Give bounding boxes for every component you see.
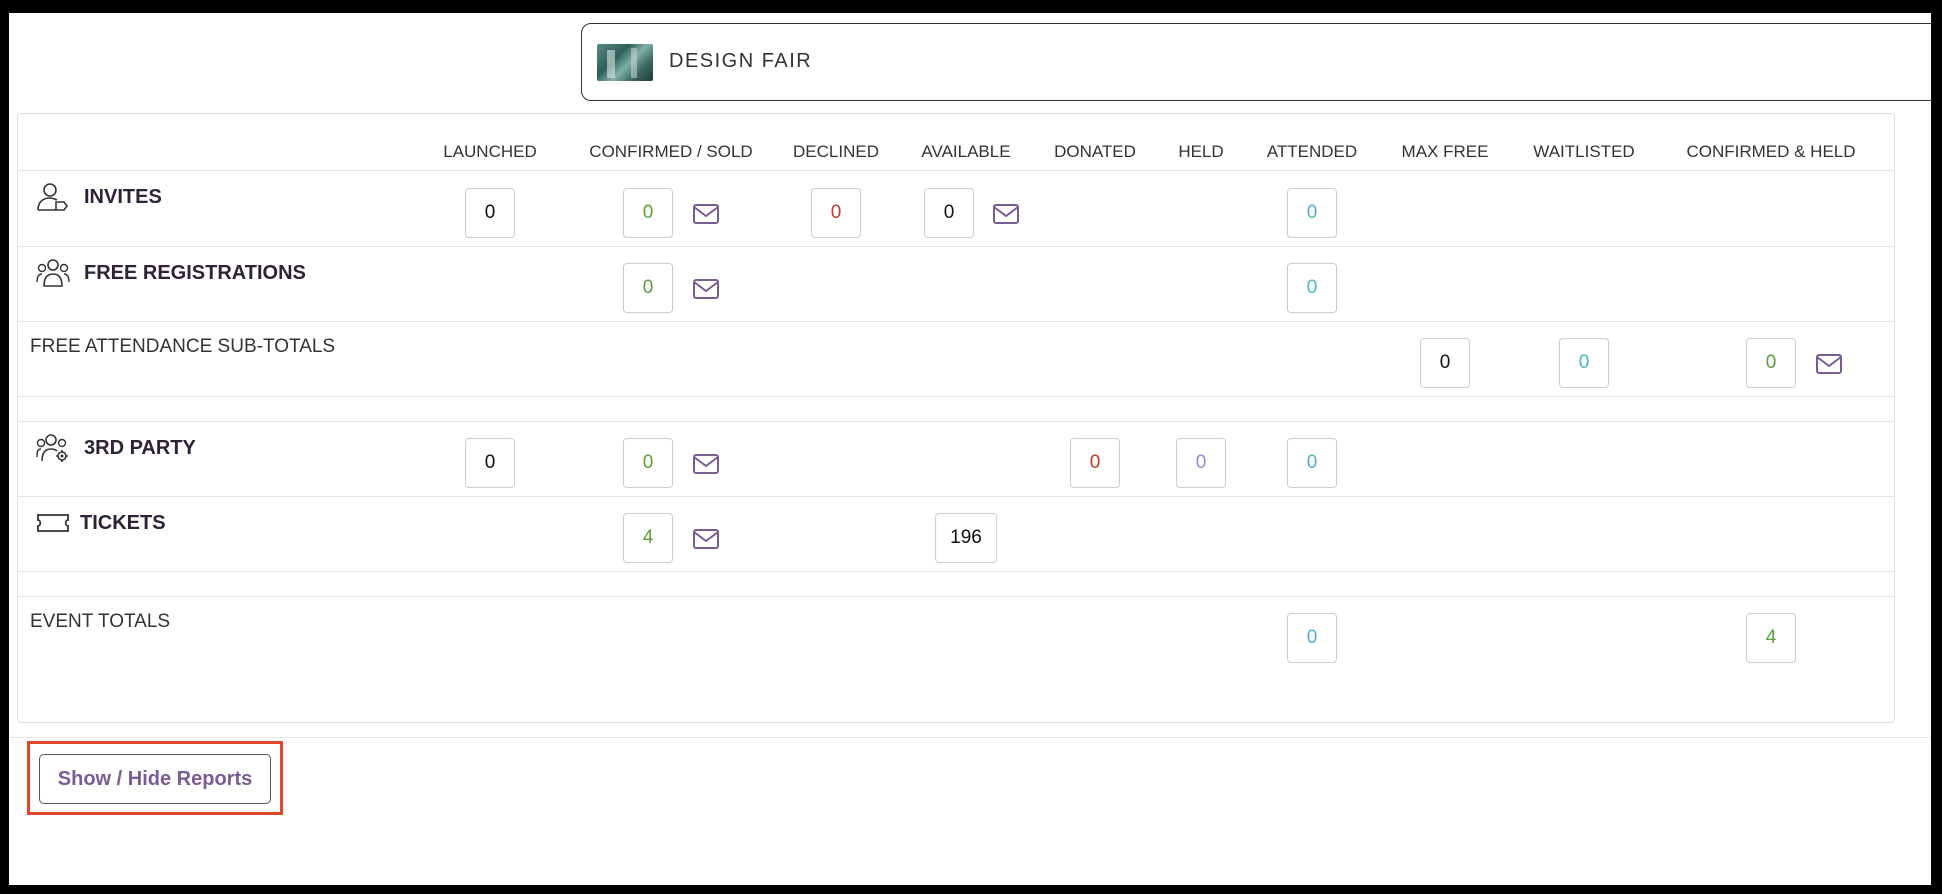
- col-attended: ATTENDED: [1266, 142, 1358, 161]
- free-reg-confirmed[interactable]: 0: [623, 263, 673, 313]
- third-party-launched[interactable]: 0: [465, 438, 515, 488]
- event-thumbnail: [597, 44, 653, 81]
- invites-available[interactable]: 0: [924, 188, 974, 238]
- event-header[interactable]: DESIGN FAIR: [581, 23, 1931, 101]
- free-subtotals-label: FREE ATTENDANCE SUB-TOTALS: [30, 336, 336, 357]
- show-hide-reports-button[interactable]: Show / Hide Reports: [39, 754, 271, 804]
- envelope-icon[interactable]: [693, 529, 719, 549]
- divider: [9, 737, 1931, 738]
- col-held: HELD: [1178, 142, 1224, 161]
- subtotal-confirmed-held[interactable]: 0: [1746, 338, 1796, 388]
- user-tag-icon: [37, 183, 68, 211]
- envelope-icon[interactable]: [1816, 354, 1842, 374]
- users-gear-icon: [36, 434, 68, 462]
- event-title: DESIGN FAIR: [669, 50, 813, 72]
- divider: [18, 421, 1894, 422]
- row-free-registrations: FREE REGISTRATIONS: [36, 258, 306, 288]
- third-party-donated[interactable]: 0: [1070, 438, 1120, 488]
- third-party-attended[interactable]: 0: [1287, 438, 1337, 488]
- event-totals-label: EVENT TOTALS: [30, 611, 171, 632]
- row-free-registrations-label: FREE REGISTRATIONS: [84, 261, 306, 284]
- totals-attended[interactable]: 0: [1287, 613, 1337, 663]
- third-party-confirmed[interactable]: 0: [623, 438, 673, 488]
- divider: [18, 246, 1894, 247]
- users-group-icon: [36, 259, 70, 287]
- totals-confirmed-held[interactable]: 4: [1746, 613, 1796, 663]
- envelope-icon[interactable]: [693, 204, 719, 224]
- divider: [18, 170, 1894, 171]
- col-launched: LAUNCHED: [443, 142, 537, 161]
- divider: [18, 571, 1894, 572]
- divider: [18, 321, 1894, 322]
- subtotal-max-free[interactable]: 0: [1420, 338, 1470, 388]
- attendance-table: LAUNCHED CONFIRMED / SOLD DECLINED AVAIL…: [17, 113, 1895, 723]
- divider: [18, 496, 1894, 497]
- screen: DESIGN FAIR LAUNCHED CONFIRMED / SOLD DE…: [9, 13, 1931, 885]
- free-reg-attended[interactable]: 0: [1287, 263, 1337, 313]
- row-third-party: 3RD PARTY: [36, 433, 196, 463]
- col-confirmed-sold: CONFIRMED / SOLD: [589, 142, 753, 161]
- envelope-icon[interactable]: [693, 454, 719, 474]
- divider: [18, 596, 1894, 597]
- row-invites-label: INVITES: [84, 185, 162, 208]
- row-third-party-label: 3RD PARTY: [84, 436, 196, 459]
- col-max-free: MAX FREE: [1401, 142, 1489, 161]
- envelope-icon[interactable]: [993, 204, 1019, 224]
- invites-attended[interactable]: 0: [1287, 188, 1337, 238]
- row-tickets: TICKETS: [36, 508, 166, 538]
- tickets-available[interactable]: 196: [935, 513, 997, 563]
- col-declined: DECLINED: [793, 142, 879, 161]
- col-waitlisted: WAITLISTED: [1533, 142, 1635, 161]
- invites-confirmed[interactable]: 0: [623, 188, 673, 238]
- col-donated: DONATED: [1054, 142, 1136, 161]
- third-party-held[interactable]: 0: [1176, 438, 1226, 488]
- tickets-confirmed[interactable]: 4: [623, 513, 673, 563]
- subtotal-waitlisted[interactable]: 0: [1559, 338, 1609, 388]
- col-available: AVAILABLE: [921, 142, 1011, 161]
- row-invites: INVITES: [36, 182, 162, 212]
- envelope-icon[interactable]: [693, 279, 719, 299]
- divider: [18, 396, 1894, 397]
- col-confirmed-held: CONFIRMED & HELD: [1686, 142, 1856, 161]
- ticket-icon: [37, 514, 69, 532]
- row-tickets-label: TICKETS: [80, 511, 166, 534]
- invites-declined[interactable]: 0: [811, 188, 861, 238]
- invites-launched[interactable]: 0: [465, 188, 515, 238]
